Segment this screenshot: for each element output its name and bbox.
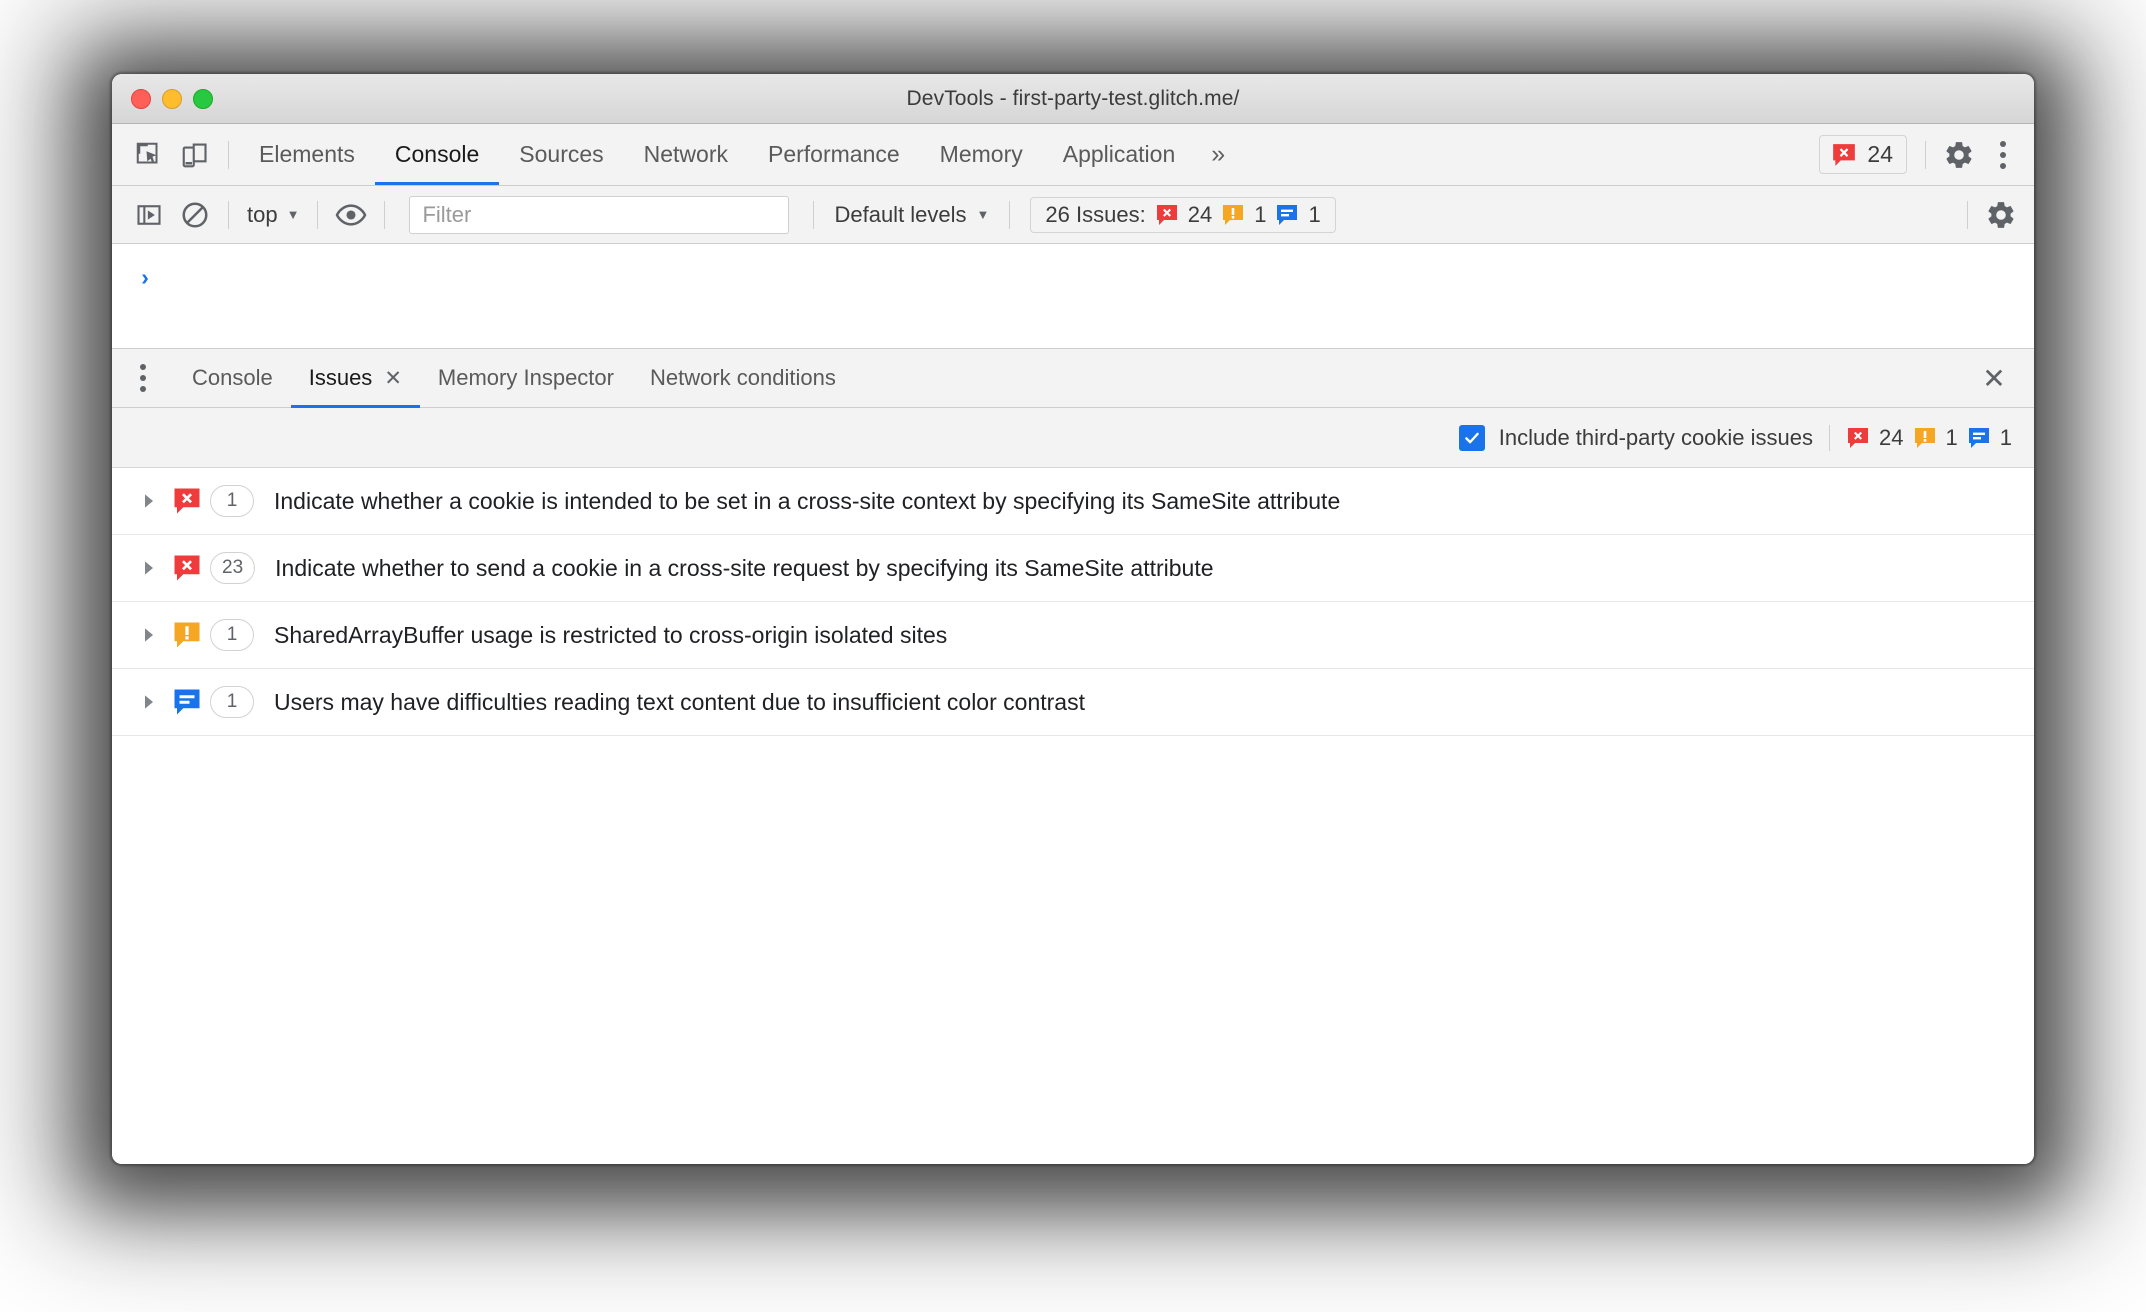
console-divider-4 (813, 200, 815, 229)
warning-icon-count (1914, 427, 1935, 448)
info-icon-summary (1277, 204, 1298, 225)
drawer-tab-console-label: Console (192, 365, 273, 390)
issues-info-count-value: 1 (1999, 424, 2012, 450)
inspect-element-icon[interactable] (126, 132, 172, 178)
issue-title: Indicate whether to send a cookie in a c… (275, 554, 1214, 581)
console-toolbar: top ▼ Filter Default levels ▼ 26 Issues: (112, 186, 2034, 244)
issue-count-badge: 1 (210, 686, 254, 718)
issue-row[interactable]: 23 Indicate whether to send a cookie in … (112, 535, 2034, 602)
issues-warning-count: 1 (1254, 201, 1267, 227)
live-expression-icon[interactable] (328, 192, 374, 238)
console-prompt-icon: › (138, 266, 152, 292)
tab-memory[interactable]: Memory (920, 124, 1043, 185)
expand-triangle-icon[interactable] (134, 694, 164, 710)
error-icon (164, 486, 210, 516)
drawer-tab-bar: Console Issues ✕ Memory Inspector Networ… (112, 348, 2034, 408)
info-icon (164, 687, 210, 717)
kebab-menu-icon[interactable] (1982, 134, 2024, 176)
window-title: DevTools - first-party-test.glitch.me/ (906, 86, 1240, 110)
gear-icon[interactable] (1936, 132, 1982, 178)
error-count-badge[interactable]: 24 (1819, 135, 1907, 174)
issue-count-badge: 1 (210, 485, 254, 517)
screenshot-canvas: DevTools - first-party-test.glitch.me/ E… (0, 0, 2146, 1312)
drawer-close-icon[interactable]: ✕ (1966, 350, 2022, 406)
console-settings-gear-icon[interactable] (1978, 192, 2024, 238)
execution-context-selector[interactable]: top ▼ (239, 202, 307, 228)
main-tab-bar: Elements Console Sources Network Perform… (112, 124, 2034, 186)
issue-count-badge: 23 (210, 552, 256, 584)
console-output-area[interactable]: › (112, 244, 2034, 348)
more-tabs-icon[interactable]: » (1195, 140, 1239, 169)
issue-row[interactable]: 1 SharedArrayBuffer usage is restricted … (112, 602, 2034, 669)
issues-counts: 24 1 1 (1846, 425, 2012, 451)
issues-info-count: 1 (1308, 201, 1321, 227)
drawer-tab-issues-close-icon[interactable]: ✕ (384, 366, 402, 391)
checkmark-icon (1464, 432, 1479, 443)
error-icon (164, 553, 210, 583)
issues-error-count: 24 (1187, 201, 1213, 227)
issue-title: SharedArrayBuffer usage is restricted to… (274, 621, 948, 648)
tab-sources[interactable]: Sources (499, 124, 623, 185)
chevron-down-icon-levels: ▼ (976, 207, 990, 222)
console-divider-5 (1009, 200, 1011, 229)
issues-error-count-value: 24 (1879, 424, 1904, 450)
issues-filter-divider (1829, 424, 1831, 451)
drawer-tab-issues[interactable]: Issues ✕ (291, 349, 420, 408)
error-icon-count (1848, 427, 1869, 448)
chevron-down-icon: ▼ (286, 207, 300, 222)
error-count-value: 24 (1867, 141, 1893, 167)
console-sidebar-icon[interactable] (126, 192, 172, 238)
console-divider-1 (228, 200, 229, 229)
drawer-kebab-menu-icon[interactable] (122, 357, 164, 399)
clear-console-icon[interactable] (172, 192, 218, 238)
issue-row[interactable]: 1 Users may have difficulties reading te… (112, 669, 2034, 736)
drawer-tab-network-conditions-label: Network conditions (649, 365, 836, 390)
window-titlebar: DevTools - first-party-test.glitch.me/ (112, 74, 2034, 124)
third-party-cookie-checkbox-label: Include third-party cookie issues (1498, 424, 1814, 450)
issues-summary-button[interactable]: 26 Issues: 24 1 1 (1030, 196, 1336, 233)
log-levels-label: Default levels (834, 201, 967, 227)
drawer-tab-memory-inspector[interactable]: Memory Inspector (420, 349, 632, 408)
filter-input[interactable]: Filter (409, 195, 790, 234)
info-icon-count (1968, 427, 1989, 448)
drawer-tab-memory-inspector-label: Memory Inspector (437, 365, 614, 390)
drawer-tab-issues-label: Issues (308, 365, 373, 390)
error-icon (1833, 143, 1856, 166)
drawer-tab-console[interactable]: Console (174, 349, 291, 408)
issue-title: Indicate whether a cookie is intended to… (274, 487, 1341, 514)
tab-elements[interactable]: Elements (239, 124, 375, 185)
warning-icon-summary (1223, 204, 1244, 225)
tab-network[interactable]: Network (624, 124, 748, 185)
console-divider-3 (384, 200, 386, 229)
console-divider-2 (317, 200, 319, 229)
issues-summary-label: 26 Issues: (1045, 201, 1146, 227)
issues-filter-bar: Include third-party cookie issues 24 1 1 (112, 408, 2034, 468)
issue-row[interactable]: 1 Indicate whether a cookie is intended … (112, 468, 2034, 535)
drawer-panel: Console Issues ✕ Memory Inspector Networ… (112, 348, 2034, 1164)
expand-triangle-icon[interactable] (134, 627, 164, 643)
issues-warning-count-value: 1 (1945, 424, 1958, 450)
third-party-cookie-checkbox-row[interactable]: Include third-party cookie issues (1458, 424, 1814, 451)
tab-application[interactable]: Application (1043, 124, 1196, 185)
issues-list: 1 Indicate whether a cookie is intended … (112, 468, 2034, 1164)
console-divider-6 (1967, 200, 1968, 229)
issue-title: Users may have difficulties reading text… (274, 688, 1085, 715)
error-icon-summary (1156, 204, 1177, 225)
expand-triangle-icon[interactable] (134, 493, 164, 509)
log-levels-selector[interactable]: Default levels ▼ (824, 202, 999, 228)
issue-count-badge: 1 (210, 619, 254, 651)
execution-context-label: top (247, 201, 278, 227)
tab-performance[interactable]: Performance (748, 124, 920, 185)
expand-triangle-icon[interactable] (134, 560, 164, 576)
toolbar-divider-2 (1925, 140, 1926, 169)
tab-console[interactable]: Console (375, 124, 499, 185)
device-toolbar-icon[interactable] (172, 132, 218, 178)
warning-icon (164, 620, 210, 650)
toolbar-divider (228, 140, 229, 169)
devtools-window: DevTools - first-party-test.glitch.me/ E… (112, 74, 2034, 1164)
third-party-cookie-checkbox[interactable] (1458, 424, 1485, 451)
drawer-tab-network-conditions[interactable]: Network conditions (632, 349, 854, 408)
